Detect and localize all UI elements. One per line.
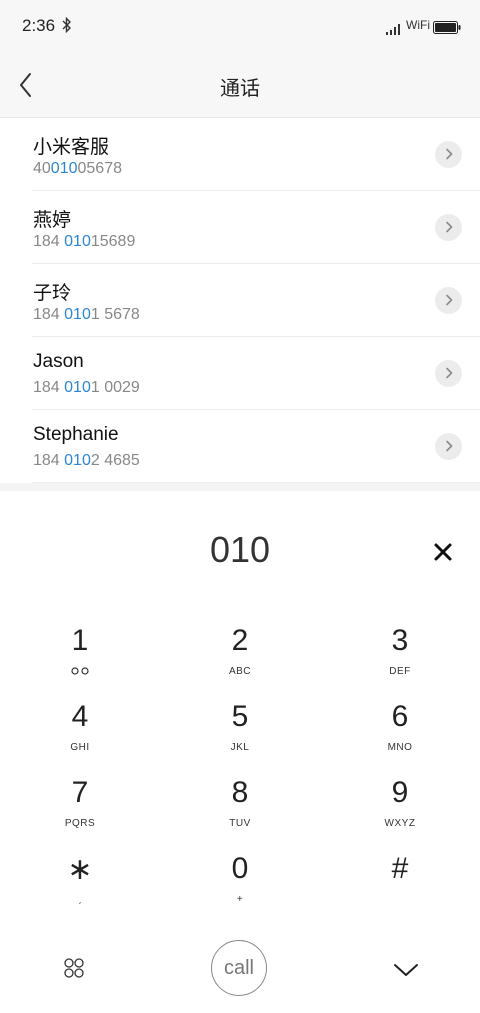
key-digit: 0 xyxy=(231,852,249,885)
dial-pad-panel: 010 1 2 ABC 3 DEF 4 GHI 5 JKL 6 MNO 7 PQ… xyxy=(0,483,480,1013)
page-title: 通话 xyxy=(220,76,260,100)
key-digit: 3 xyxy=(391,624,409,657)
number-match-highlight: 010 xyxy=(64,233,91,250)
contact-detail-button[interactable] xyxy=(435,214,462,241)
contact-name: 燕婷 xyxy=(33,210,72,231)
network-label: WiFi xyxy=(406,18,430,32)
dial-key-9[interactable]: 9 WXYZ xyxy=(340,776,460,846)
dialed-number: 010 xyxy=(209,529,271,570)
dial-key-3[interactable]: 3 DEF xyxy=(340,624,460,694)
key-digit: 6 xyxy=(391,700,409,733)
key-letters: DEF xyxy=(389,666,411,677)
chevron-right-icon xyxy=(444,145,454,164)
contact-number: 184 0101 0029 xyxy=(33,379,140,396)
signal-bars-icon xyxy=(386,20,402,39)
key-digit: 2 xyxy=(231,624,249,657)
contact-name: Stephanie xyxy=(33,424,119,445)
contact-name: 小米客服 xyxy=(33,137,110,158)
key-letters: PQRS xyxy=(64,818,96,829)
dial-key-1[interactable]: 1 xyxy=(20,624,140,694)
dial-key-6[interactable]: 6 MNO xyxy=(340,700,460,770)
key-digit: 5 xyxy=(231,700,249,733)
dial-key-8[interactable]: 8 TUV xyxy=(180,776,300,846)
contact-number: 4001005678 xyxy=(33,160,122,177)
collapse-dialpad-button[interactable] xyxy=(392,961,420,979)
chevron-down-icon xyxy=(392,964,420,983)
top-bar: 通话 xyxy=(0,52,480,118)
status-time: 2:36 xyxy=(22,16,56,35)
contact-detail-button[interactable] xyxy=(435,433,462,460)
key-letters: + xyxy=(236,894,244,905)
key-letters: ˏ xyxy=(78,894,82,905)
four-circles-icon xyxy=(62,958,86,984)
number-match-highlight: 010 xyxy=(64,379,91,396)
dial-key-4[interactable]: 4 GHI xyxy=(20,700,140,770)
close-icon xyxy=(430,543,456,569)
contact-name: Jason xyxy=(33,351,84,372)
voicemail-icon xyxy=(20,666,140,679)
dial-key-hash[interactable]: # xyxy=(340,852,460,922)
contact-number: 184 0101 5678 xyxy=(33,306,140,323)
key-digit: 4 xyxy=(71,700,89,733)
dial-key-5[interactable]: 5 JKL xyxy=(180,700,300,770)
clear-button[interactable] xyxy=(430,539,456,565)
key-digit: 1 xyxy=(71,624,89,657)
contact-row[interactable]: Stephanie 184 0102 4685 xyxy=(0,410,480,483)
contact-row[interactable]: 小米客服 4001005678 xyxy=(0,118,480,191)
dial-key-star[interactable]: ∗ ˏ xyxy=(20,852,140,922)
chevron-right-icon xyxy=(444,364,454,383)
contact-name: 子玲 xyxy=(33,283,72,304)
key-digit: ∗ xyxy=(67,853,93,886)
call-label: call xyxy=(223,956,254,979)
contact-detail-button[interactable] xyxy=(435,360,462,387)
call-button[interactable]: call xyxy=(211,940,267,996)
more-options-button[interactable] xyxy=(62,956,86,980)
number-match-highlight: 010 xyxy=(64,306,91,323)
contact-row[interactable]: 燕婷 184 01015689 xyxy=(0,191,480,264)
key-letters: TUV xyxy=(229,818,251,829)
key-letters: WXYZ xyxy=(384,818,416,829)
contact-number: 184 0102 4685 xyxy=(33,452,140,469)
contact-detail-button[interactable] xyxy=(435,141,462,168)
contact-detail-button[interactable] xyxy=(435,287,462,314)
battery-icon xyxy=(433,19,461,38)
key-letters: MNO xyxy=(387,742,413,753)
bluetooth-icon xyxy=(62,16,72,38)
contact-row[interactable]: Jason 184 0101 0029 xyxy=(0,337,480,410)
chevron-right-icon xyxy=(444,291,454,310)
key-digit: 8 xyxy=(231,776,249,809)
key-letters: GHI xyxy=(70,742,90,753)
chevron-right-icon xyxy=(444,437,454,456)
dial-key-2[interactable]: 2 ABC xyxy=(180,624,300,694)
key-digit: 7 xyxy=(71,776,89,809)
key-digit: # xyxy=(391,852,409,885)
status-bar: 2:36 WiFi xyxy=(0,0,480,52)
contact-row[interactable]: 子玲 184 0101 5678 xyxy=(0,264,480,337)
key-letters: ABC xyxy=(228,666,252,677)
number-match-highlight: 010 xyxy=(50,160,78,177)
contact-number: 184 01015689 xyxy=(33,233,136,250)
key-letters: JKL xyxy=(230,742,250,753)
contact-suggestions-list: 小米客服 4001005678 燕婷 184 01015689 子玲 184 0… xyxy=(0,118,480,483)
number-match-highlight: 010 xyxy=(64,452,91,469)
dial-key-7[interactable]: 7 PQRS xyxy=(20,776,140,846)
key-digit: 9 xyxy=(391,776,409,809)
dial-key-0[interactable]: 0 + xyxy=(180,852,300,922)
chevron-right-icon xyxy=(444,218,454,237)
